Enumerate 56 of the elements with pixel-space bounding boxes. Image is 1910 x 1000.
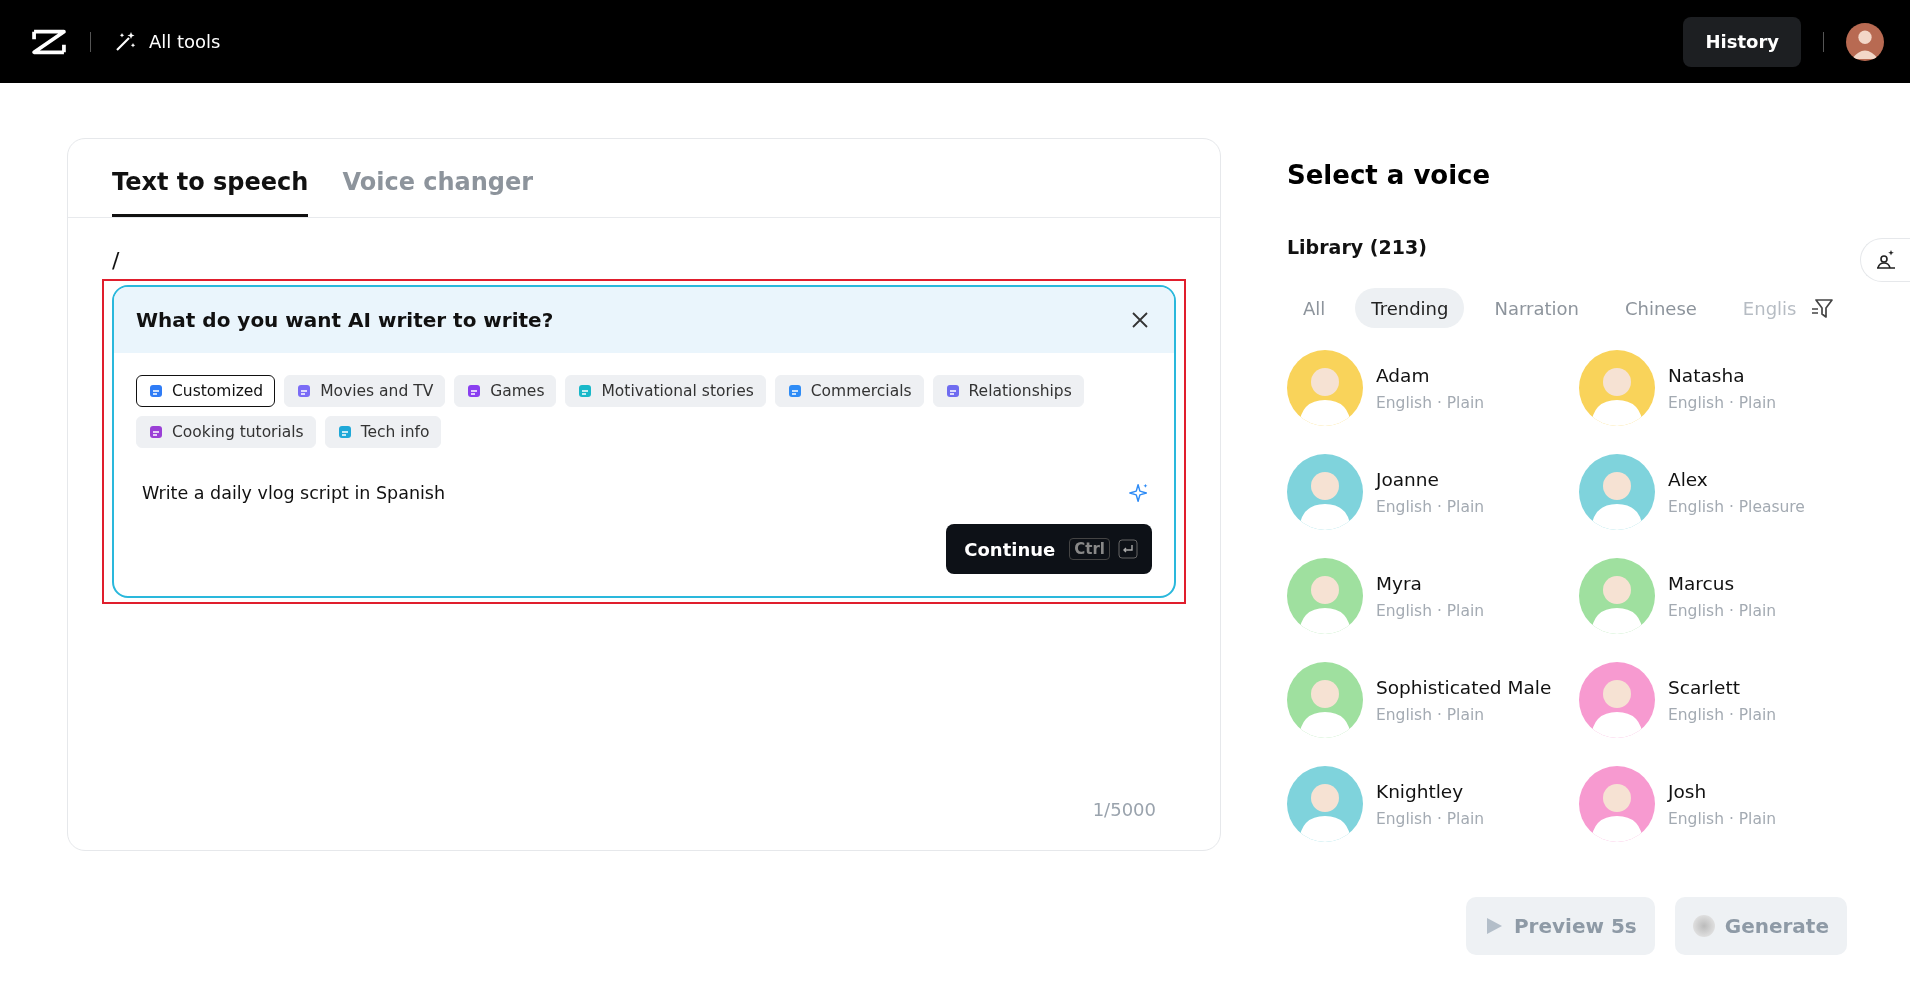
voice-name: Scarlett: [1668, 676, 1741, 698]
prompt-field[interactable]: Write a daily vlog script in Spanish: [142, 483, 1128, 503]
category-icon: [336, 424, 353, 440]
logo-icon[interactable]: [30, 27, 68, 56]
voice-name: Marcus: [1668, 572, 1736, 594]
voice-clone-button[interactable]: [1860, 238, 1910, 282]
category-icon: [296, 383, 313, 399]
category-icon: [577, 383, 594, 399]
category-chip[interactable]: Motivational stories: [565, 375, 766, 407]
editor-text: /: [112, 248, 120, 273]
character-counter: 1/5000: [1092, 799, 1156, 820]
category-chip[interactable]: Relationships: [932, 375, 1084, 407]
all-tools-link[interactable]: All tools: [113, 29, 221, 54]
category-icon: [148, 424, 164, 440]
voice-details: English · Plain: [1376, 809, 1485, 828]
voice-name: Myra: [1376, 572, 1423, 594]
filter-icon[interactable]: [1810, 296, 1835, 320]
close-icon[interactable]: [1130, 310, 1150, 330]
voice-details: English · Plain: [1668, 705, 1777, 724]
category-chip[interactable]: Cooking tutorials: [136, 416, 316, 448]
voice-details: English · Plain: [1376, 705, 1486, 724]
voice-name: Natasha: [1668, 364, 1746, 386]
voice-details: English · Plain: [1668, 601, 1777, 620]
voice-details: English · Plain: [1668, 393, 1777, 412]
voice-details: English · Plain: [1376, 601, 1485, 620]
voice-name: Alex: [1668, 468, 1709, 490]
history-button[interactable]: History: [1683, 16, 1801, 67]
voice-filter-tab[interactable]: Trending: [1355, 288, 1465, 328]
voice-panel-title: Select a voice: [1287, 160, 1491, 190]
ai-writer-title: What do you want AI writer to write?: [136, 308, 554, 332]
voice-details: English · Pleasure: [1668, 497, 1805, 516]
category-chip[interactable]: Customized: [136, 375, 276, 407]
sparkle-icon[interactable]: [1128, 482, 1150, 504]
enter-key-icon: [1118, 539, 1138, 559]
loading-icon: [1692, 915, 1715, 937]
user-avatar[interactable]: [1846, 22, 1884, 61]
category-icon: [944, 383, 961, 399]
voice-name: Sophisticated Male: [1376, 676, 1552, 698]
category-icon: [148, 383, 164, 399]
category-chip[interactable]: Games: [454, 375, 557, 407]
category-icon: [466, 383, 483, 399]
voice-details: English · Plain: [1668, 809, 1777, 828]
voice-name: Joanne: [1376, 468, 1440, 490]
category-chip[interactable]: Commercials: [774, 375, 924, 407]
shortcut-key: Ctrl: [1069, 538, 1110, 560]
voice-details: English · Plain: [1376, 497, 1485, 516]
editor-tab[interactable]: Text to speech: [112, 139, 309, 217]
voice-details: English · Plain: [1376, 393, 1485, 412]
voice-name: Josh: [1668, 780, 1708, 802]
voice-name: Knightley: [1376, 780, 1465, 802]
continue-button[interactable]: Continue Ctrl: [946, 524, 1152, 574]
voice-name: Adam: [1376, 364, 1431, 386]
category-chip[interactable]: Movies and TV: [284, 375, 446, 407]
category-chip[interactable]: Tech info: [324, 416, 442, 448]
category-icon: [786, 383, 803, 399]
library-heading: Library (213): [1287, 236, 1427, 258]
